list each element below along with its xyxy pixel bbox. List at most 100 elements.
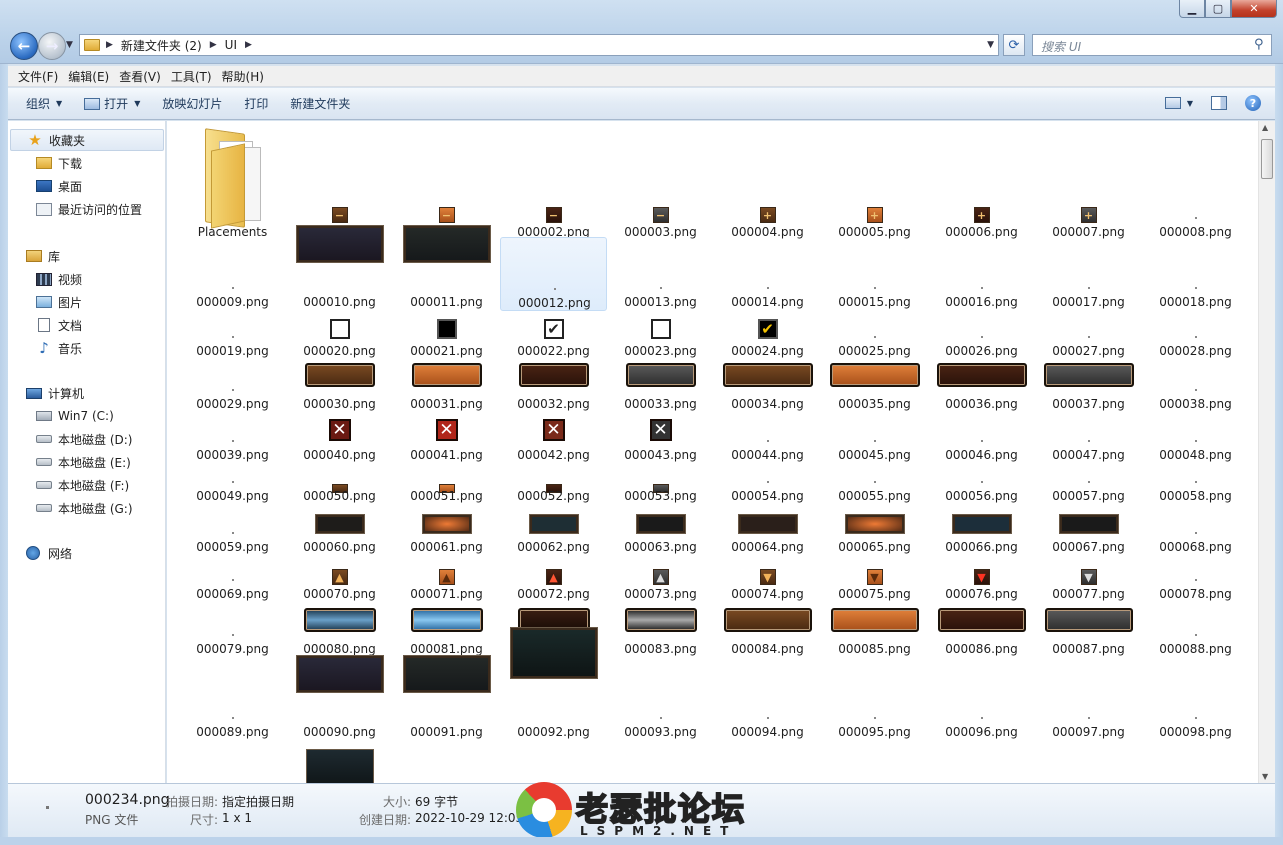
menu-help[interactable]: 帮助(H) xyxy=(222,68,264,85)
file-item[interactable]: 000089.png xyxy=(179,667,286,741)
file-item[interactable]: 000092.png xyxy=(500,627,607,741)
file-item[interactable]: 000094.png xyxy=(714,667,821,741)
file-item[interactable]: −000003.png xyxy=(607,167,714,241)
back-button[interactable]: ← xyxy=(10,32,38,60)
change-view-icon[interactable] xyxy=(1164,97,1181,109)
file-item[interactable]: 000079.png xyxy=(179,584,286,658)
breadcrumb-separator-icon[interactable]: ▶ xyxy=(210,40,217,50)
file-item[interactable]: 000080.png xyxy=(286,584,393,658)
menu-tools[interactable]: 工具(T) xyxy=(171,68,212,85)
image-thumbnail: − xyxy=(438,207,455,223)
scroll-thumb[interactable] xyxy=(1261,139,1273,179)
file-item[interactable]: 000090.png xyxy=(286,655,393,741)
maximize-button[interactable]: ▢ xyxy=(1205,0,1231,18)
scroll-up-icon[interactable]: ▲ xyxy=(1262,123,1268,132)
open-button[interactable]: 打开 ▼ xyxy=(84,95,140,112)
view-controls: ▼ ? xyxy=(1164,95,1261,111)
nav-pictures[interactable]: 图片 xyxy=(36,291,82,313)
new-folder-button[interactable]: 新建文件夹 xyxy=(290,95,350,112)
menu-view[interactable]: 查看(V) xyxy=(119,68,161,85)
hard-disk-icon xyxy=(36,504,52,512)
file-item[interactable]: +000006.png xyxy=(928,167,1035,241)
menu-file[interactable]: 文件(F) xyxy=(18,68,58,85)
nav-recent-places[interactable]: 最近访问的位置 xyxy=(36,198,142,220)
hard-disk-icon xyxy=(36,481,52,489)
file-item[interactable]: 000096.png xyxy=(928,667,1035,741)
organize-button[interactable]: 组织 ▼ xyxy=(26,95,62,112)
nav-favorites[interactable]: ★ 收藏夹 xyxy=(10,129,164,151)
breadcrumb-separator-icon[interactable]: ▶ xyxy=(245,40,252,50)
nav-downloads[interactable]: 下载 xyxy=(36,152,82,174)
file-item[interactable]: +000005.png xyxy=(821,167,928,241)
file-item[interactable]: +000004.png xyxy=(714,167,821,241)
nav-music[interactable]: ♪ 音乐 xyxy=(36,337,82,359)
view-options-dropdown-icon[interactable]: ▼ xyxy=(1187,99,1193,108)
search-icon[interactable]: ⚲ xyxy=(1254,37,1268,52)
recent-pages-dropdown-icon[interactable]: ▼ xyxy=(66,40,73,50)
date-taken-value[interactable]: 指定拍摄日期 xyxy=(222,793,294,810)
file-item[interactable]: 000097.png xyxy=(1035,667,1142,741)
tiny-image-thumbnail xyxy=(232,336,234,338)
forward-button[interactable]: → xyxy=(38,32,66,60)
breadcrumb-separator-icon[interactable]: ▶ xyxy=(106,40,113,50)
nav-libraries[interactable]: 库 xyxy=(26,245,60,267)
image-thumbnail xyxy=(650,319,671,339)
file-item[interactable]: −000002.png xyxy=(500,167,607,241)
minimize-button[interactable]: ▁ xyxy=(1179,0,1205,18)
preview-pane-icon[interactable] xyxy=(1211,96,1227,110)
image-thumbnail: ▲ xyxy=(438,569,455,585)
tiny-image-thumbnail xyxy=(232,634,234,636)
file-item[interactable]: 000086.png xyxy=(928,584,1035,658)
file-item[interactable]: 000091.png xyxy=(393,655,500,741)
file-item[interactable]: 000093.png xyxy=(607,667,714,741)
image-thumbnail: ▲ xyxy=(545,569,562,585)
file-item[interactable]: 000088.png xyxy=(1142,584,1249,658)
tiny-image-thumbnail xyxy=(1195,717,1197,719)
window-frame-bottom xyxy=(0,837,1283,845)
nav-computer[interactable]: 计算机 xyxy=(26,382,84,404)
nav-documents[interactable]: 文档 xyxy=(36,314,82,336)
nav-label: 本地磁盘 (D:) xyxy=(58,432,133,447)
scroll-down-icon[interactable]: ▼ xyxy=(1262,772,1268,781)
file-item[interactable]: 000084.png xyxy=(714,584,821,658)
print-button[interactable]: 打印 xyxy=(244,95,268,112)
tiny-image-thumbnail xyxy=(1195,579,1197,581)
address-bar[interactable]: ▶ 新建文件夹 (2) ▶ UI ▶ ▼ xyxy=(79,34,999,56)
vertical-scrollbar[interactable]: ▲ ▼ xyxy=(1258,121,1275,783)
nav-videos[interactable]: 视频 xyxy=(36,268,82,290)
file-name: 000089.png xyxy=(196,725,269,739)
file-item[interactable]: 000008.png xyxy=(1142,167,1249,241)
address-dropdown-icon[interactable]: ▼ xyxy=(987,40,994,50)
file-item[interactable]: 000085.png xyxy=(821,584,928,658)
help-icon[interactable]: ? xyxy=(1245,95,1261,111)
refresh-button[interactable]: ⟳ xyxy=(1003,34,1025,56)
file-list: Placements−000000.png−000001.png−000002.… xyxy=(167,121,1258,783)
menu-edit[interactable]: 编辑(E) xyxy=(68,68,109,85)
slideshow-button[interactable]: 放映幻灯片 xyxy=(162,95,222,112)
file-item[interactable]: 000098.png xyxy=(1142,667,1249,741)
image-thumbnail xyxy=(625,363,696,387)
file-item[interactable]: 000083.png xyxy=(607,584,714,658)
nav-drive-d[interactable]: 本地磁盘 (D:) xyxy=(36,428,132,450)
nav-label: 计算机 xyxy=(48,386,85,401)
file-item[interactable]: 000087.png xyxy=(1035,584,1142,658)
search-input[interactable]: 搜索 UI xyxy=(1032,34,1272,56)
file-item[interactable]: 000095.png xyxy=(821,667,928,741)
folder-item[interactable]: Placements xyxy=(179,121,286,245)
breadcrumb-current[interactable]: UI xyxy=(225,38,237,52)
breadcrumb-parent[interactable]: 新建文件夹 (2) xyxy=(121,37,202,54)
nav-drive-g[interactable]: 本地磁盘 (G:) xyxy=(36,497,133,519)
nav-network[interactable]: 网络 xyxy=(26,542,72,564)
file-item[interactable]: +000007.png xyxy=(1035,167,1142,241)
size-value: 69 字节 xyxy=(415,795,459,809)
image-thumbnail xyxy=(303,608,376,632)
image-thumbnail: ▲ xyxy=(331,569,348,585)
close-button[interactable]: ✕ xyxy=(1231,0,1277,18)
nav-drive-e[interactable]: 本地磁盘 (E:) xyxy=(36,451,131,473)
hard-disk-icon xyxy=(36,435,52,443)
file-item[interactable]: 000081.png xyxy=(393,584,500,658)
nav-drive-c[interactable]: Win7 (C:) xyxy=(36,405,114,427)
nav-drive-f[interactable]: 本地磁盘 (F:) xyxy=(36,474,129,496)
nav-desktop[interactable]: 桌面 xyxy=(36,175,82,197)
watermark-url: LSPM2.NET xyxy=(580,824,738,838)
